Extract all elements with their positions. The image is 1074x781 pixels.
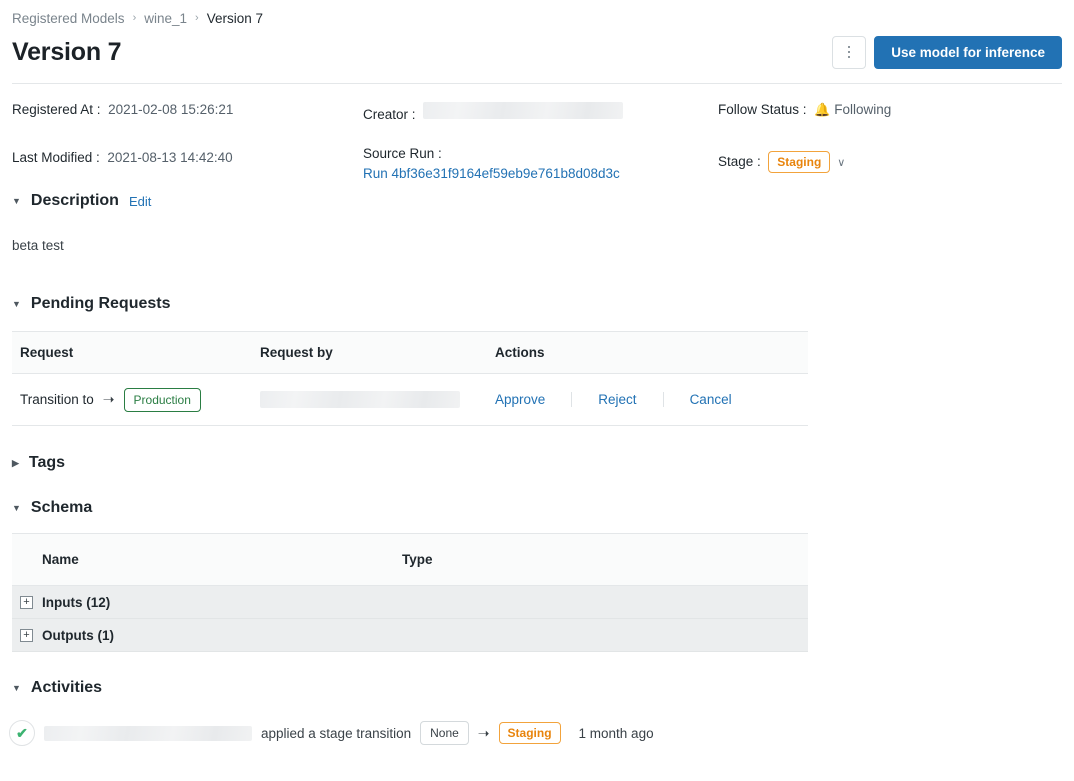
reject-link[interactable]: Reject xyxy=(598,392,636,407)
activity-timestamp: 1 month ago xyxy=(578,725,654,741)
description-body: beta test xyxy=(12,238,64,253)
metadata-column-dates: Registered At 2021-02-08 15:26:21 Last M… xyxy=(12,102,233,172)
description-heading: Description xyxy=(30,192,119,209)
registered-at-value: 2021-02-08 15:26:21 xyxy=(108,102,234,117)
column-header-actions: Actions xyxy=(495,345,545,360)
last-modified-value: 2021-08-13 14:42:40 xyxy=(107,150,233,165)
caret-down-icon[interactable]: ▼ xyxy=(12,299,21,309)
creator-label: Creator xyxy=(363,107,423,122)
creator-value-redacted xyxy=(423,102,624,119)
schema-header-row: Name Type xyxy=(12,534,808,586)
target-stage-badge: Production xyxy=(123,387,201,412)
follow-status-field: Follow Status 🔔 Following xyxy=(718,102,891,124)
kebab-dot-icon xyxy=(847,45,851,49)
description-section-header[interactable]: ▼ Description Edit xyxy=(0,192,1074,210)
last-modified-field: Last Modified 2021-08-13 14:42:40 xyxy=(12,150,233,172)
breadcrumb-item-model[interactable]: wine_1 xyxy=(144,11,187,26)
breadcrumb-item-registered-models[interactable]: Registered Models xyxy=(12,11,125,26)
source-run-field: Source Run Run 4bf36e31f9164ef59eb9e761b… xyxy=(363,146,623,181)
metadata-section: Registered At 2021-02-08 15:26:21 Last M… xyxy=(0,84,1074,184)
caret-down-icon[interactable]: ▼ xyxy=(12,503,21,513)
pending-requests-heading: Pending Requests xyxy=(30,295,171,312)
activities-section-header[interactable]: ▼ Activities xyxy=(0,679,1074,697)
schema-name-cell: + Outputs (1) xyxy=(12,628,402,643)
caret-right-icon[interactable]: ▶ xyxy=(12,458,19,468)
column-header-request-by: Request by xyxy=(260,345,333,360)
page-header: Version 7 Use model for inference xyxy=(0,30,1074,74)
schema-outputs-label: Outputs (1) xyxy=(42,627,114,643)
actions-cell: Approve Reject Cancel xyxy=(495,392,808,407)
activity-to-stage-badge: Staging xyxy=(498,722,561,744)
request-by-redacted xyxy=(260,391,460,408)
metadata-column-source: Creator Source Run Run 4bf36e31f9164ef59… xyxy=(363,102,624,181)
source-run-label: Source Run xyxy=(363,146,623,161)
registered-at-label: Registered At xyxy=(12,102,108,117)
schema-row-inputs[interactable]: + Inputs (12) xyxy=(12,586,808,619)
column-header-request: Request xyxy=(20,345,74,360)
edit-description-link[interactable]: Edit xyxy=(129,194,151,209)
tags-section-header[interactable]: ▶ Tags xyxy=(0,454,1074,472)
table-header-row: Request Request by Actions xyxy=(12,332,808,374)
activity-actor-redacted xyxy=(44,725,252,741)
registered-at-field: Registered At 2021-02-08 15:26:21 xyxy=(12,102,233,124)
pending-requests-table: Request Request by Actions Transition to… xyxy=(12,331,808,426)
request-prefix-label: Transition to xyxy=(20,392,94,407)
column-header-name: Name xyxy=(42,552,79,567)
follow-status-label: Follow Status xyxy=(718,102,814,117)
breadcrumb: Registered Models › wine_1 › Version 7 xyxy=(0,0,1074,30)
schema-section-header[interactable]: ▼ Schema xyxy=(0,499,1074,517)
kebab-dot-icon xyxy=(847,50,851,54)
activity-from-stage-badge: None xyxy=(420,721,469,745)
page-title: Version 7 xyxy=(12,37,122,66)
expand-plus-icon[interactable]: + xyxy=(20,628,33,642)
metadata-column-status: Follow Status 🔔 Following Stage Staging … xyxy=(718,102,891,173)
follow-status-value[interactable]: Following xyxy=(834,102,891,117)
cancel-link[interactable]: Cancel xyxy=(690,392,732,407)
action-divider xyxy=(571,392,573,407)
schema-table: Name Type + Inputs (12) + Outputs (1) xyxy=(12,533,808,652)
arrow-right-icon: ➝ xyxy=(102,391,115,407)
check-circle-icon: ✔ xyxy=(9,720,35,746)
model-version-page: Registered Models › wine_1 › Version 7 V… xyxy=(0,0,1074,781)
more-options-button[interactable] xyxy=(832,35,867,69)
request-by-cell xyxy=(260,391,495,408)
arrow-right-icon: ➝ xyxy=(477,724,490,741)
caret-down-icon[interactable]: ▼ xyxy=(12,683,21,693)
schema-inputs-label: Inputs (12) xyxy=(42,594,111,610)
last-modified-label: Last Modified xyxy=(12,150,107,165)
use-model-for-inference-button[interactable]: Use model for inference xyxy=(874,35,1062,69)
bell-icon: 🔔 xyxy=(814,102,831,117)
chevron-right-icon: › xyxy=(195,11,199,24)
column-header-type: Type xyxy=(402,552,433,567)
action-divider xyxy=(662,392,664,407)
tags-heading: Tags xyxy=(28,454,66,471)
schema-row-outputs[interactable]: + Outputs (1) xyxy=(12,619,808,652)
header-actions: Use model for inference xyxy=(832,35,1062,69)
schema-heading: Schema xyxy=(30,499,93,516)
chevron-right-icon: › xyxy=(132,11,137,24)
creator-field: Creator xyxy=(363,102,624,124)
breadcrumb-item-current: Version 7 xyxy=(206,10,263,26)
source-run-link[interactable]: Run 4bf36e31f9164ef59eb9e761b8d08d3c xyxy=(363,166,623,181)
activity-item: ✔ applied a stage transition None ➝ Stag… xyxy=(0,720,1074,746)
kebab-dot-icon xyxy=(847,55,851,59)
stage-label: Stage xyxy=(718,154,768,169)
stage-badge[interactable]: Staging xyxy=(768,151,831,173)
request-cell: Transition to ➝ Production xyxy=(12,387,260,412)
caret-down-icon[interactable]: ▼ xyxy=(12,196,21,206)
activity-text: applied a stage transition xyxy=(261,725,412,741)
chevron-down-icon[interactable]: ∨ xyxy=(837,156,845,169)
table-row: Transition to ➝ Production Approve Rejec… xyxy=(12,374,808,426)
stage-field: Stage Staging ∨ xyxy=(718,151,891,173)
activities-heading: Activities xyxy=(30,679,103,696)
expand-plus-icon[interactable]: + xyxy=(20,595,33,609)
approve-link[interactable]: Approve xyxy=(495,392,545,407)
schema-name-cell: + Inputs (12) xyxy=(12,595,402,610)
pending-requests-section-header[interactable]: ▼ Pending Requests xyxy=(0,295,1074,313)
